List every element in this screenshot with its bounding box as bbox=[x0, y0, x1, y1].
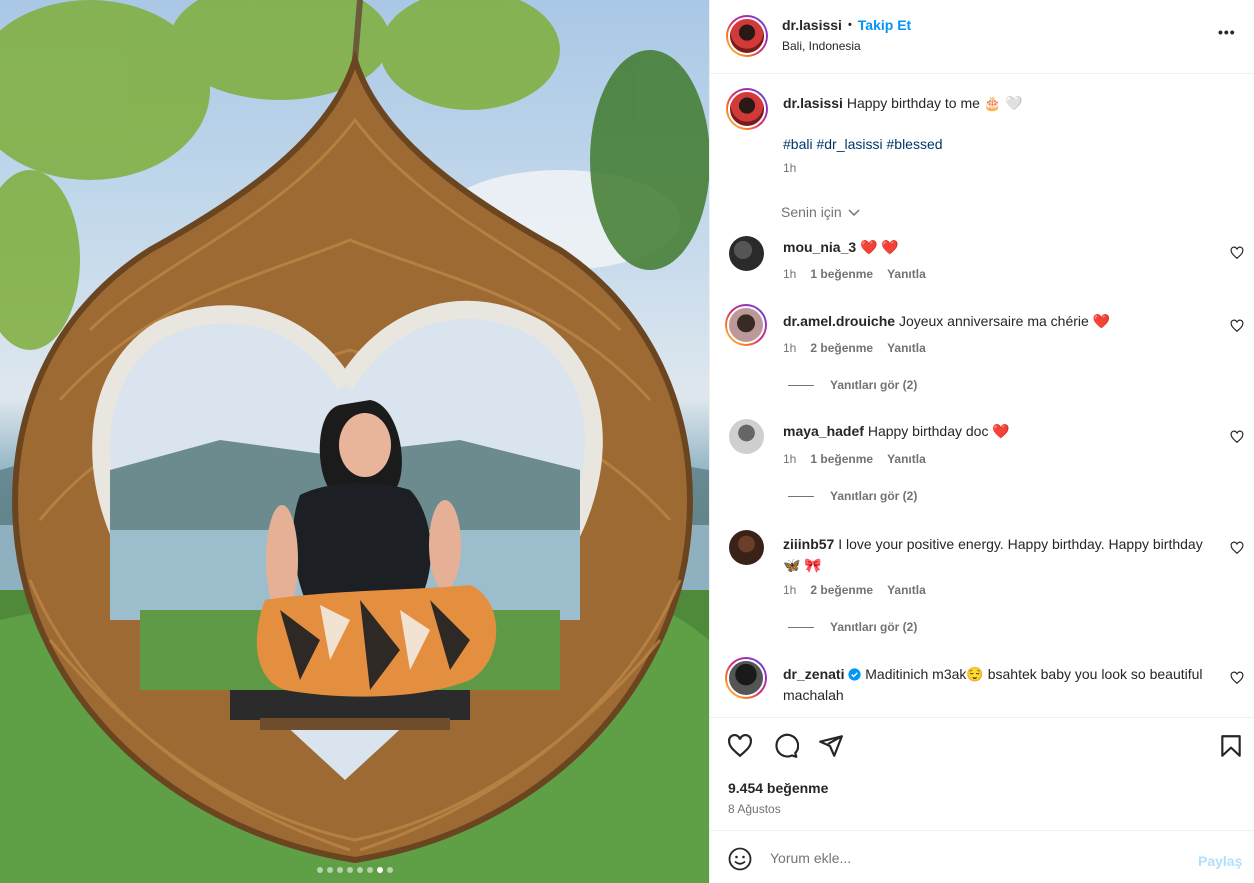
comment-icon[interactable] bbox=[773, 733, 799, 759]
author-avatar[interactable] bbox=[726, 15, 768, 57]
comment-likes[interactable]: 2 beğenme bbox=[810, 583, 873, 597]
comment-avatar[interactable] bbox=[729, 236, 764, 271]
comment-input[interactable] bbox=[770, 844, 1150, 872]
reply-button[interactable]: Yanıtla bbox=[887, 452, 926, 466]
comment: maya_hadef Happy birthday doc ❤️ bbox=[783, 423, 1010, 440]
reply-button[interactable]: Yanıtla bbox=[887, 341, 926, 355]
comment-text: I love your positive energy. Happy birth… bbox=[783, 536, 1203, 573]
verified-badge-icon bbox=[848, 668, 861, 681]
author-username[interactable]: dr.lasissi bbox=[782, 17, 842, 33]
save-icon[interactable] bbox=[1218, 733, 1244, 759]
comment-likes[interactable]: 2 beğenme bbox=[810, 341, 873, 355]
comment-username[interactable]: dr_zenati bbox=[783, 666, 844, 682]
comment-time[interactable]: 1h bbox=[783, 267, 796, 281]
comment-username[interactable]: dr.amel.drouiche bbox=[783, 313, 895, 329]
view-replies-button[interactable]: Yanıtları gör (2) bbox=[788, 378, 917, 392]
comment-text: Joyeux anniversaire ma chérie ❤️ bbox=[898, 313, 1111, 329]
post-location[interactable]: Bali, Indonesia bbox=[782, 39, 861, 53]
comment-like-icon[interactable] bbox=[1230, 671, 1244, 685]
chevron-down-icon bbox=[848, 209, 860, 217]
post-details-panel: dr.lasissi • Takip Et Bali, Indonesia ••… bbox=[709, 0, 1254, 883]
comment-sort-label: Senin için bbox=[781, 204, 842, 220]
comment-meta: 1h 1 beğenme Yanıtla bbox=[783, 452, 926, 466]
post-header: dr.lasissi • Takip Et Bali, Indonesia ••… bbox=[710, 0, 1254, 74]
view-replies-button[interactable]: Yanıtları gör (2) bbox=[788, 489, 917, 503]
emoji-icon[interactable] bbox=[728, 847, 752, 871]
comment-time[interactable]: 1h bbox=[783, 341, 796, 355]
post-comment-button[interactable]: Paylaş bbox=[1198, 853, 1242, 869]
comment: mou_nia_3 ❤️ ❤️ bbox=[783, 239, 899, 256]
reply-divider bbox=[788, 495, 814, 497]
comment: dr_zenati Maditinich m3ak😌 bsahtek baby … bbox=[783, 664, 1213, 706]
reply-divider bbox=[788, 626, 814, 628]
carousel-dot bbox=[326, 867, 333, 873]
author-row: dr.lasissi • Takip Et bbox=[782, 17, 911, 33]
carousel-dot bbox=[316, 867, 323, 873]
comment-text: ❤️ ❤️ bbox=[860, 239, 899, 255]
reply-button[interactable]: Yanıtla bbox=[887, 267, 926, 281]
comment-username[interactable]: maya_hadef bbox=[783, 423, 864, 439]
caption-time[interactable]: 1h bbox=[783, 161, 796, 175]
view-replies-label: Yanıtları gör (2) bbox=[830, 489, 918, 503]
caption-hashtags[interactable]: #bali #dr_lasissi #blessed bbox=[783, 136, 943, 152]
comment-time[interactable]: 1h bbox=[783, 452, 796, 466]
carousel-dot bbox=[346, 867, 353, 873]
post-photo[interactable] bbox=[0, 0, 709, 883]
comment-meta: 1h 2 beğenme Yanıtla bbox=[783, 341, 926, 355]
comment-like-icon[interactable] bbox=[1230, 541, 1244, 555]
post-date[interactable]: 8 Ağustos bbox=[728, 802, 781, 816]
carousel-dot bbox=[376, 867, 383, 873]
comment-text: Maditinich m3ak😌 bsahtek baby you look s… bbox=[783, 666, 1203, 703]
carousel-dot bbox=[356, 867, 363, 873]
comment-like-icon[interactable] bbox=[1230, 319, 1244, 333]
comment-avatar[interactable] bbox=[729, 419, 764, 454]
view-replies-button[interactable]: Yanıtları gör (2) bbox=[788, 620, 917, 634]
comment-meta: 1h 1 beğenme Yanıtla bbox=[783, 267, 926, 281]
view-replies-label: Yanıtları gör (2) bbox=[830, 620, 918, 634]
more-options-icon[interactable]: ••• bbox=[1218, 24, 1236, 40]
caption: dr.lasissi Happy birthday to me 🎂 🤍 bbox=[783, 95, 1223, 112]
comment-likes[interactable]: 1 beğenme bbox=[810, 267, 873, 281]
comment-avatar[interactable] bbox=[725, 304, 767, 346]
comment-avatar[interactable] bbox=[725, 657, 767, 699]
share-icon[interactable] bbox=[818, 733, 844, 759]
comment-text: Happy birthday doc ❤️ bbox=[867, 423, 1010, 439]
carousel-dot bbox=[366, 867, 373, 873]
carousel-dot bbox=[386, 867, 393, 873]
like-count[interactable]: 9.454 beğenme bbox=[728, 780, 828, 796]
comment-likes[interactable]: 1 beğenme bbox=[810, 452, 873, 466]
comment-username[interactable]: ziiinb57 bbox=[783, 536, 834, 552]
comment-box: Paylaş bbox=[710, 830, 1254, 883]
post-modal: dr.lasissi • Takip Et Bali, Indonesia ••… bbox=[0, 0, 1254, 883]
comment-username[interactable]: mou_nia_3 bbox=[783, 239, 856, 255]
comment-like-icon[interactable] bbox=[1230, 246, 1244, 260]
comment-like-icon[interactable] bbox=[1230, 430, 1244, 444]
carousel-dot bbox=[336, 867, 343, 873]
reply-button[interactable]: Yanıtla bbox=[887, 583, 926, 597]
comment: ziiinb57 I love your positive energy. Ha… bbox=[783, 534, 1213, 576]
reply-divider bbox=[788, 384, 814, 386]
comment-avatar[interactable] bbox=[729, 530, 764, 565]
follow-button[interactable]: Takip Et bbox=[858, 17, 911, 33]
caption-text: Happy birthday to me 🎂 🤍 bbox=[846, 95, 1023, 111]
post-actions: 9.454 beğenme 8 Ağustos bbox=[710, 717, 1254, 830]
comment-meta: 1h 2 beğenme Yanıtla bbox=[783, 583, 926, 597]
view-replies-label: Yanıtları gör (2) bbox=[830, 378, 918, 392]
caption-username[interactable]: dr.lasissi bbox=[783, 95, 843, 111]
comment-sort-dropdown[interactable]: Senin için bbox=[781, 204, 860, 220]
photo-illustration bbox=[0, 0, 709, 883]
comment-time[interactable]: 1h bbox=[783, 583, 796, 597]
separator-dot: • bbox=[847, 19, 852, 31]
like-icon[interactable] bbox=[727, 733, 753, 759]
comment: dr.amel.drouiche Joyeux anniversaire ma … bbox=[783, 313, 1110, 330]
caption-avatar[interactable] bbox=[726, 88, 768, 130]
carousel-indicator bbox=[0, 867, 709, 873]
